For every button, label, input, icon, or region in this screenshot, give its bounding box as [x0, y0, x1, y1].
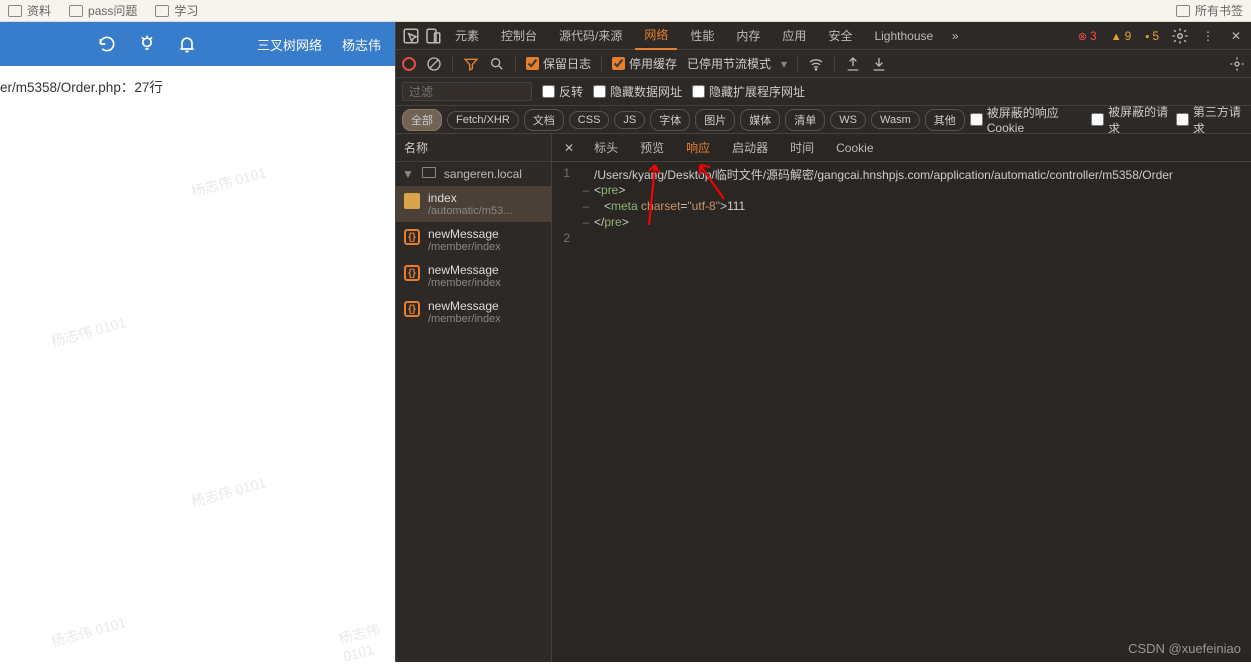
type-xhr[interactable]: Fetch/XHR [447, 111, 519, 129]
response-body[interactable]: 1/Users/kyang/Desktop/临时文件/源码解密/gangcai.… [552, 162, 1251, 662]
bookmarks-bar: 资料 pass问题 学习 所有书签 [0, 0, 1251, 22]
third-party-checkbox[interactable]: 第三方请求 [1176, 106, 1245, 134]
record-icon[interactable] [402, 57, 416, 71]
watermark: 杨志伟 0101 [189, 162, 269, 201]
folder-icon [422, 167, 436, 178]
type-js[interactable]: JS [614, 111, 645, 129]
domain-group[interactable]: ▼ sangeren.local [396, 162, 551, 186]
download-icon[interactable] [871, 56, 887, 72]
invert-checkbox[interactable]: 反转 [542, 83, 583, 100]
request-row[interactable]: index/automatic/m53... [396, 186, 551, 222]
devtools-tabs: 元素 控制台 源代码/来源 网络 性能 内存 应用 安全 Lighthouse … [396, 22, 1251, 50]
inspect-icon[interactable] [402, 27, 420, 45]
type-css[interactable]: CSS [569, 111, 610, 129]
issue-count[interactable]: ▪ 5 [1143, 29, 1161, 43]
search-icon[interactable] [489, 56, 505, 72]
all-bookmarks[interactable]: 所有书签 [1176, 2, 1243, 19]
tab-console[interactable]: 控制台 [492, 22, 546, 49]
gear-icon[interactable] [1229, 56, 1245, 72]
error-count[interactable]: ⊗ 3 [1076, 29, 1099, 43]
tab-initiator[interactable]: 启动器 [722, 134, 778, 161]
gear-icon[interactable] [1171, 27, 1189, 45]
bookmark-item[interactable]: 资料 [8, 2, 51, 19]
request-row[interactable]: {} newMessage/member/index [396, 222, 551, 258]
tab-security[interactable]: 安全 [819, 22, 861, 49]
json-icon: {} [404, 301, 420, 317]
type-doc[interactable]: 文档 [524, 109, 564, 131]
refresh-icon[interactable] [97, 34, 117, 54]
tab-elements[interactable]: 元素 [446, 22, 488, 49]
org-name: 三叉树网络 [257, 35, 322, 54]
tab-cookies[interactable]: Cookie [826, 136, 883, 160]
type-font[interactable]: 字体 [650, 109, 690, 131]
device-icon[interactable] [424, 27, 442, 45]
more-tabs-icon[interactable]: » [946, 27, 964, 45]
watermark: 杨志伟 0101 [189, 472, 269, 511]
disable-cache-checkbox[interactable]: 停用缓存 [612, 55, 677, 72]
folder-icon [69, 5, 83, 17]
bookmark-item[interactable]: 学习 [155, 2, 198, 19]
name-column-header[interactable]: 名称 [396, 134, 551, 162]
clear-icon[interactable] [426, 56, 442, 72]
throttle-dropdown[interactable]: 已停用节流模式 [687, 55, 771, 72]
type-ws[interactable]: WS [830, 111, 866, 129]
json-icon: {} [404, 229, 420, 245]
watermark: 杨志伟 0101 [49, 612, 129, 651]
request-list: 名称 ▼ sangeren.local index/automatic/m53.… [396, 134, 552, 662]
bookmark-item[interactable]: pass问题 [69, 2, 137, 19]
tab-memory[interactable]: 内存 [727, 22, 769, 49]
type-other[interactable]: 其他 [925, 109, 965, 131]
blocked-cookie-checkbox[interactable]: 被屏蔽的响应 Cookie [970, 106, 1086, 134]
type-wasm[interactable]: Wasm [871, 111, 920, 129]
upload-icon[interactable] [845, 56, 861, 72]
close-icon[interactable]: ✕ [1227, 27, 1245, 45]
warning-count[interactable]: ▲ 9 [1109, 29, 1134, 43]
wifi-icon[interactable] [808, 56, 824, 72]
tab-lighthouse[interactable]: Lighthouse [865, 24, 942, 48]
folder-icon [8, 5, 22, 17]
hide-ext-checkbox[interactable]: 隐藏扩展程序网址 [692, 83, 805, 100]
request-row[interactable]: {} newMessage/member/index [396, 258, 551, 294]
app-header: 三叉树网络 杨志伟 [0, 22, 395, 66]
filter-bar: 反转 隐藏数据网址 隐藏扩展程序网址 [396, 78, 1251, 106]
preserve-log-checkbox[interactable]: 保留日志 [526, 55, 591, 72]
tab-response[interactable]: 响应 [676, 134, 720, 161]
response-detail: ✕ 标头 预览 响应 启动器 时间 Cookie 1/Users/kyang/D… [552, 134, 1251, 662]
page-content: 三叉树网络 杨志伟 er/m5358/Order.php：27行 杨志伟 010… [0, 22, 395, 662]
type-filter-bar: 全部 Fetch/XHR 文档 CSS JS 字体 图片 媒体 清单 WS Wa… [396, 106, 1251, 134]
type-media[interactable]: 媒体 [740, 109, 780, 131]
tab-preview[interactable]: 预览 [630, 134, 674, 161]
filter-input[interactable] [402, 82, 532, 101]
tab-sources[interactable]: 源代码/来源 [550, 22, 631, 49]
user-name[interactable]: 杨志伟 [342, 35, 381, 54]
request-row[interactable]: {} newMessage/member/index [396, 294, 551, 330]
watermark: 杨志伟 0101 [336, 615, 398, 664]
devtools-panel: 元素 控制台 源代码/来源 网络 性能 内存 应用 安全 Lighthouse … [395, 22, 1251, 662]
blocked-req-checkbox[interactable]: 被屏蔽的请求 [1091, 106, 1171, 134]
json-icon: {} [404, 265, 420, 281]
type-manifest[interactable]: 清单 [785, 109, 825, 131]
tab-network[interactable]: 网络 [635, 21, 677, 50]
tab-headers[interactable]: 标头 [584, 134, 628, 161]
tab-timing[interactable]: 时间 [780, 134, 824, 161]
close-detail-icon[interactable]: ✕ [556, 136, 582, 160]
tab-performance[interactable]: 性能 [681, 22, 723, 49]
filter-icon[interactable] [463, 56, 479, 72]
folder-icon [1176, 5, 1190, 17]
tab-application[interactable]: 应用 [773, 22, 815, 49]
detail-tabs: ✕ 标头 预览 响应 启动器 时间 Cookie [552, 134, 1251, 162]
csdn-watermark: CSDN @xuefeiniao [1128, 641, 1241, 656]
watermark: 杨志伟 0101 [49, 312, 129, 351]
folder-icon [155, 5, 169, 17]
bell-icon[interactable] [177, 34, 197, 54]
type-img[interactable]: 图片 [695, 109, 735, 131]
page-info-text: er/m5358/Order.php：27行 [0, 66, 395, 96]
more-icon[interactable]: ⋮ [1199, 27, 1217, 45]
document-icon [404, 193, 420, 209]
type-all[interactable]: 全部 [402, 109, 442, 131]
hide-data-checkbox[interactable]: 隐藏数据网址 [593, 83, 682, 100]
network-toolbar: 保留日志 停用缓存 已停用节流模式 ▾ [396, 50, 1251, 78]
lightbulb-icon[interactable] [137, 34, 157, 54]
